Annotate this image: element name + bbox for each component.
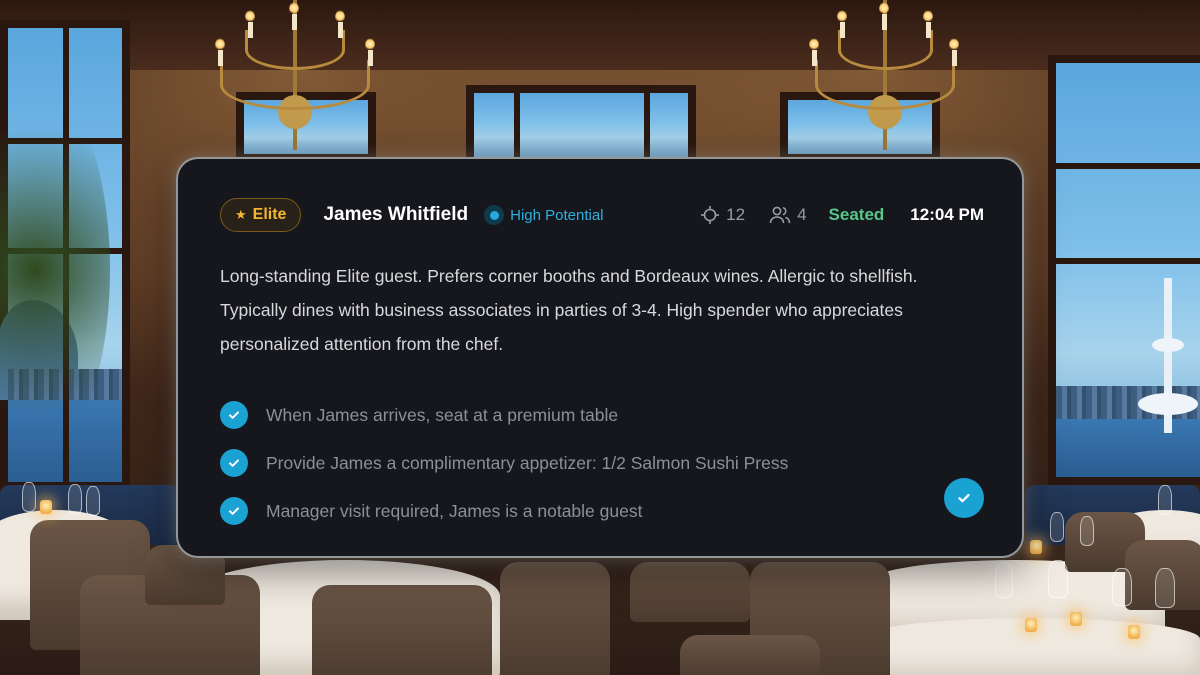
ceiling [0,0,1200,70]
task-item[interactable]: Manager visit required, James is a notab… [220,487,982,535]
window-right [1048,55,1200,485]
visits-count: 12 [700,205,745,225]
window-center [466,85,696,165]
guest-name[interactable]: James Whitfield [323,204,468,226]
task-text: When James arrives, seat at a premium ta… [266,404,619,425]
chair [630,562,750,622]
chair [680,635,820,675]
potential-label: High Potential [510,206,604,224]
potential-dot-icon [484,205,505,225]
users-icon [769,206,791,224]
tier-badge-label: Elite [252,206,287,223]
checkmark-icon [958,493,970,503]
complete-all-button[interactable] [944,478,984,518]
chair [312,585,492,675]
task-item[interactable]: Provide James a complimentary appetizer:… [220,439,982,487]
chair [500,562,610,675]
chandelier-right [800,0,970,160]
task-text: Provide James a complimentary appetizer:… [266,452,789,473]
checkmark-icon[interactable] [220,449,248,477]
party-size-value: 4 [797,205,807,224]
chandelier-left [200,0,390,160]
guest-card: ★ Elite James Whitfield High Potential 1… [176,157,1024,558]
potential-indicator: High Potential [484,205,604,225]
task-item[interactable]: When James arrives, seat at a premium ta… [220,391,982,439]
visits-count-value: 12 [726,205,746,224]
tier-badge: ★ Elite [220,198,302,232]
checkmark-icon[interactable] [220,401,248,429]
guest-notes: Long-standing Elite guest. Prefers corne… [220,266,918,354]
checkmark-icon[interactable] [220,497,248,525]
party-size: 4 [769,205,807,225]
seated-time: 12:04 PM [910,205,984,224]
guest-card-header: ★ Elite James Whitfield High Potential 1… [220,197,984,233]
star-icon: ★ [235,207,247,222]
task-list: When James arrives, seat at a premium ta… [220,391,982,535]
crosshair-icon [701,206,720,224]
seating-status: Seated [828,205,885,224]
task-text: Manager visit required, James is a notab… [266,500,643,521]
